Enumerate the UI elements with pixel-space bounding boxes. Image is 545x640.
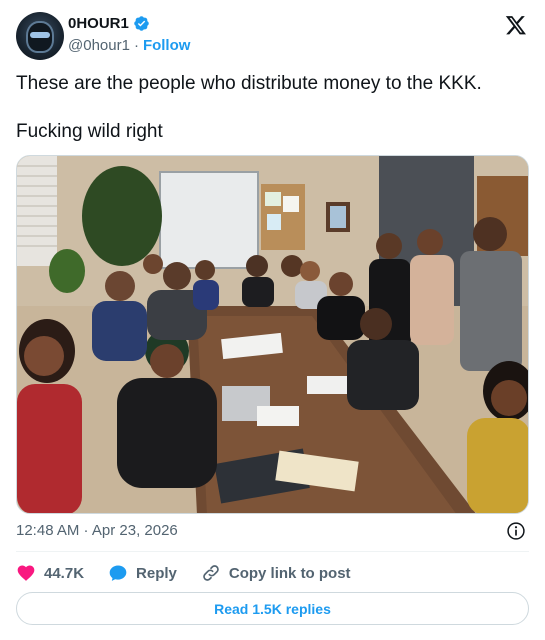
author-name-row: 0HOUR1 (68, 15, 150, 32)
reply-label: Reply (136, 564, 177, 582)
follow-button[interactable]: Follow (143, 37, 191, 54)
tweet-line-2: Fucking wild right (16, 121, 163, 142)
author-display-name[interactable]: 0HOUR1 (68, 15, 129, 32)
tweet-header: 0HOUR1 @0hour1 · Follow (16, 12, 529, 60)
avatar[interactable] (16, 12, 64, 60)
divider (16, 551, 529, 552)
info-icon[interactable] (506, 521, 526, 541)
tweet-timestamp[interactable]: 12:48 AM · Apr 23, 2026 (16, 522, 178, 539)
link-icon (203, 565, 219, 581)
reply-button[interactable]: Reply (108, 563, 177, 583)
handle-separator: · (133, 37, 139, 54)
tweet-photo[interactable] (16, 155, 529, 514)
x-logo-icon[interactable] (505, 14, 527, 36)
copy-link-label: Copy link to post (228, 564, 351, 582)
like-button[interactable]: 44.7K (16, 563, 84, 583)
tweet-line-1: These are the people who distribute mone… (16, 73, 482, 94)
group-photo-illustration (17, 156, 528, 513)
author-handle[interactable]: @0hour1 (68, 37, 130, 54)
tweet-card: 0HOUR1 @0hour1 · Follow These are the pe… (0, 0, 545, 640)
verified-badge-icon (134, 16, 149, 31)
avatar-visor-shape (30, 32, 50, 38)
author-handle-row: @0hour1 · Follow (68, 37, 190, 54)
tweet-text: These are the people who distribute mone… (16, 72, 521, 168)
likes-count: 44.7K (44, 564, 85, 582)
heart-icon (17, 565, 35, 581)
copy-link-button[interactable]: Copy link to post (201, 563, 351, 583)
reply-bubble-icon (109, 565, 127, 581)
action-bar: 44.7K Reply Copy link to post (16, 561, 375, 585)
read-replies-button[interactable]: Read 1.5K replies (16, 592, 529, 625)
